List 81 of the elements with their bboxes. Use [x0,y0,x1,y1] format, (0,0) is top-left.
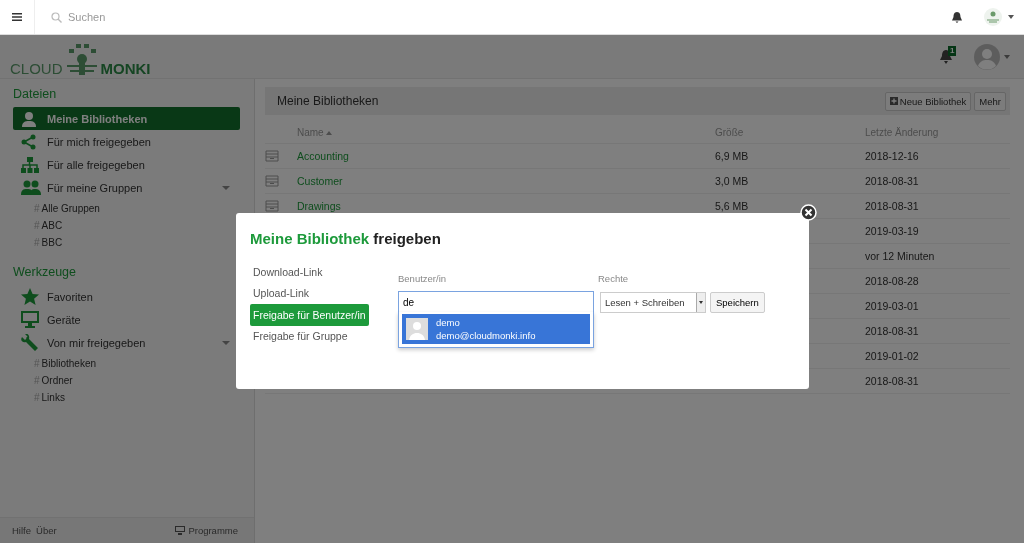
sidebar-subitem[interactable]: BBC [41,237,63,249]
hash-icon: # [34,220,40,232]
sidebar-subitem[interactable]: Links [41,392,65,404]
library-link[interactable]: Accounting [297,150,349,162]
library-icon [265,150,279,162]
logo-text: MONKI [100,59,151,77]
library-link[interactable]: Drawings [297,200,341,212]
date-cell: 2018-08-31 [865,325,919,337]
avatar-icon[interactable] [974,43,1000,70]
logo-text: CLOUD [10,59,63,77]
date-cell: vor 12 Minuten [865,250,935,262]
size-cell: 5,6 MB [715,200,749,212]
date-cell: 2019-03-01 [865,300,919,312]
star-icon [21,288,39,306]
library-icon [265,175,279,187]
page-title: Meine Bibliotheken [277,94,379,108]
new-library-button[interactable]: Neue Bibliothek [884,91,972,111]
suggestion-item[interactable]: demo demo@cloudmonki.info [402,314,590,344]
footer-link[interactable]: Hilfe [12,525,31,536]
sidebar-item[interactable]: Geräte [13,308,240,332]
hash-icon: # [34,392,40,404]
hash-icon: # [34,375,40,387]
permission-select[interactable]: Lesen + Schreiben [600,291,706,313]
sort-arrow-icon[interactable] [325,130,332,135]
more-button[interactable]: Mehr [974,91,1006,111]
programs-link[interactable]: Programme [188,525,238,536]
user-email: demo@cloudmonki.info [436,329,536,342]
hash-icon: # [34,203,40,215]
bell-icon[interactable] [952,11,962,23]
footer-link[interactable]: Über [36,525,57,536]
plus-icon [889,97,898,105]
size-cell: 3,0 MB [715,175,749,187]
dialog-tab[interactable]: Upload-Link [250,282,313,304]
monitor-icon [21,311,39,329]
dialog-tab[interactable]: Freigabe für Gruppe [250,325,351,347]
avatar-icon[interactable] [984,8,1002,26]
sidebar-item[interactable]: Von mir freigegeben [13,331,240,355]
sidebar-subitem[interactable]: Bibliotheken [41,358,97,370]
sitemap-icon [21,157,39,174]
notification-badge: 1 [948,45,957,56]
date-cell: 2018-08-31 [865,175,919,187]
date-cell: 2018-08-31 [865,375,919,387]
menu-icon[interactable] [12,13,22,21]
avatar-icon [406,318,428,340]
section-heading: Werkzeuge [13,264,77,280]
sidebar-item[interactable]: Für mich freigegeben [13,130,240,154]
user-field[interactable]: de [398,291,594,313]
date-cell: 2019-01-02 [865,350,919,362]
close-icon[interactable] [800,204,817,221]
dialog-tab[interactable]: Download-Link [250,261,326,283]
person-icon [21,110,37,127]
date-cell: 2018-08-28 [865,275,919,287]
date-cell: 2019-03-19 [865,225,919,237]
wrench-icon [21,334,39,353]
sidebar-item[interactable]: Für alle freigegeben [13,153,240,177]
save-button[interactable]: Speichern [710,291,765,313]
dialog-title: Meine Bibliothek freigeben [250,230,442,247]
library-link[interactable]: Customer [297,175,343,187]
dialog-tab[interactable]: Freigabe für Benutzer/in [250,304,369,326]
hash-icon: # [34,358,40,370]
sidebar-subitem[interactable]: Alle Gruppen [41,203,100,215]
caret-icon[interactable] [1008,15,1014,19]
field-label: Benutzer/in [398,273,448,286]
date-cell: 2018-12-16 [865,150,919,162]
size-cell: 6,9 MB [715,150,749,162]
group-icon [21,180,41,197]
share-icon [21,133,37,150]
field-label: Rechte [598,273,629,286]
monitor-icon [175,526,186,535]
sidebar-item[interactable]: Meine Bibliotheken [13,107,240,130]
sidebar-item[interactable]: Favoriten [13,285,240,309]
date-cell: 2018-08-31 [865,200,919,212]
user-name: demo [436,316,461,329]
section-heading: Dateien [13,86,58,101]
search-icon [51,11,62,23]
hash-icon: # [34,237,40,249]
sidebar-subitem[interactable]: ABC [41,220,63,232]
monkey-logo-drawing [64,42,99,77]
library-icon [265,200,279,212]
sidebar-item[interactable]: Für meine Gruppen [13,176,240,200]
sidebar-subitem[interactable]: Ordner [41,375,73,387]
